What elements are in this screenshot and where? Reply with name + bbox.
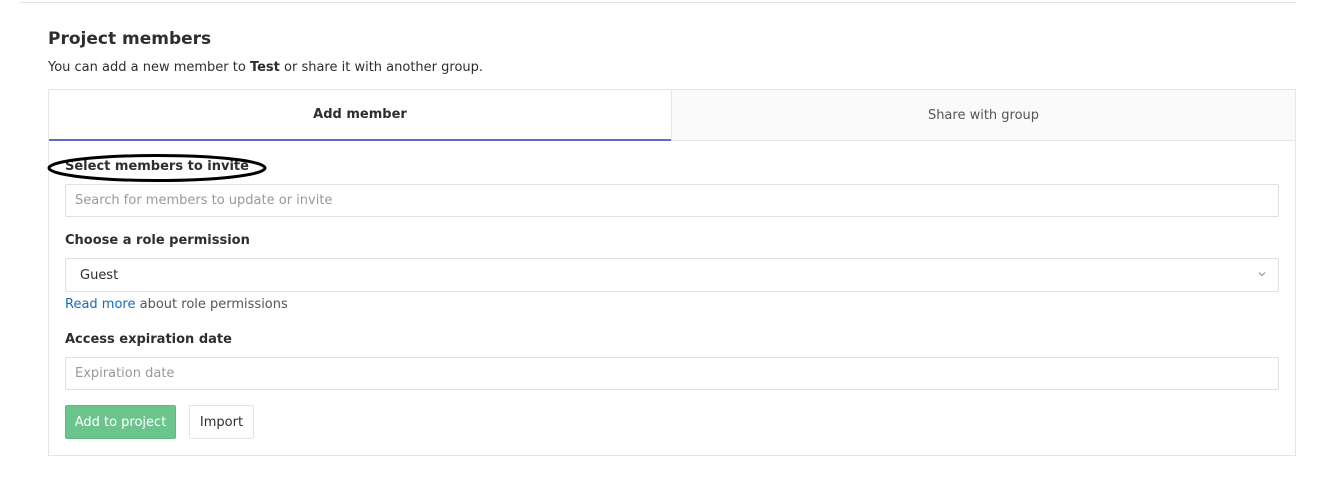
tab-bar: Add member Share with group [49, 90, 1295, 141]
role-help-text: Read more about role permissions [65, 296, 288, 314]
members-panel: Add member Share with group Select membe… [48, 89, 1296, 456]
add-to-project-button[interactable]: Add to project [65, 405, 176, 439]
role-label: Choose a role permission [65, 233, 250, 248]
expiration-label: Access expiration date [65, 332, 232, 347]
expiration-date-input[interactable] [65, 357, 1279, 390]
read-more-link[interactable]: Read more [65, 297, 135, 312]
tab-add-member[interactable]: Add member [49, 90, 671, 141]
project-members-page: Project members You can add a new member… [0, 0, 1321, 481]
page-title: Project members [48, 29, 212, 49]
intro-suffix: or share it with another group. [279, 60, 484, 75]
top-divider [20, 2, 1296, 3]
intro-prefix: You can add a new member to [48, 60, 250, 75]
role-select[interactable]: Guest [65, 258, 1279, 292]
role-selected-value: Guest [80, 267, 119, 283]
member-search-input[interactable] [65, 184, 1279, 217]
tab-share-with-group[interactable]: Share with group [671, 90, 1295, 141]
highlight-ellipse-annotation [47, 154, 267, 182]
intro-text: You can add a new member to Test or shar… [48, 59, 483, 77]
import-button[interactable]: Import [189, 405, 254, 439]
chevron-down-icon [1258, 272, 1266, 277]
project-name: Test [249, 60, 280, 75]
help-suffix: about role permissions [135, 297, 288, 312]
